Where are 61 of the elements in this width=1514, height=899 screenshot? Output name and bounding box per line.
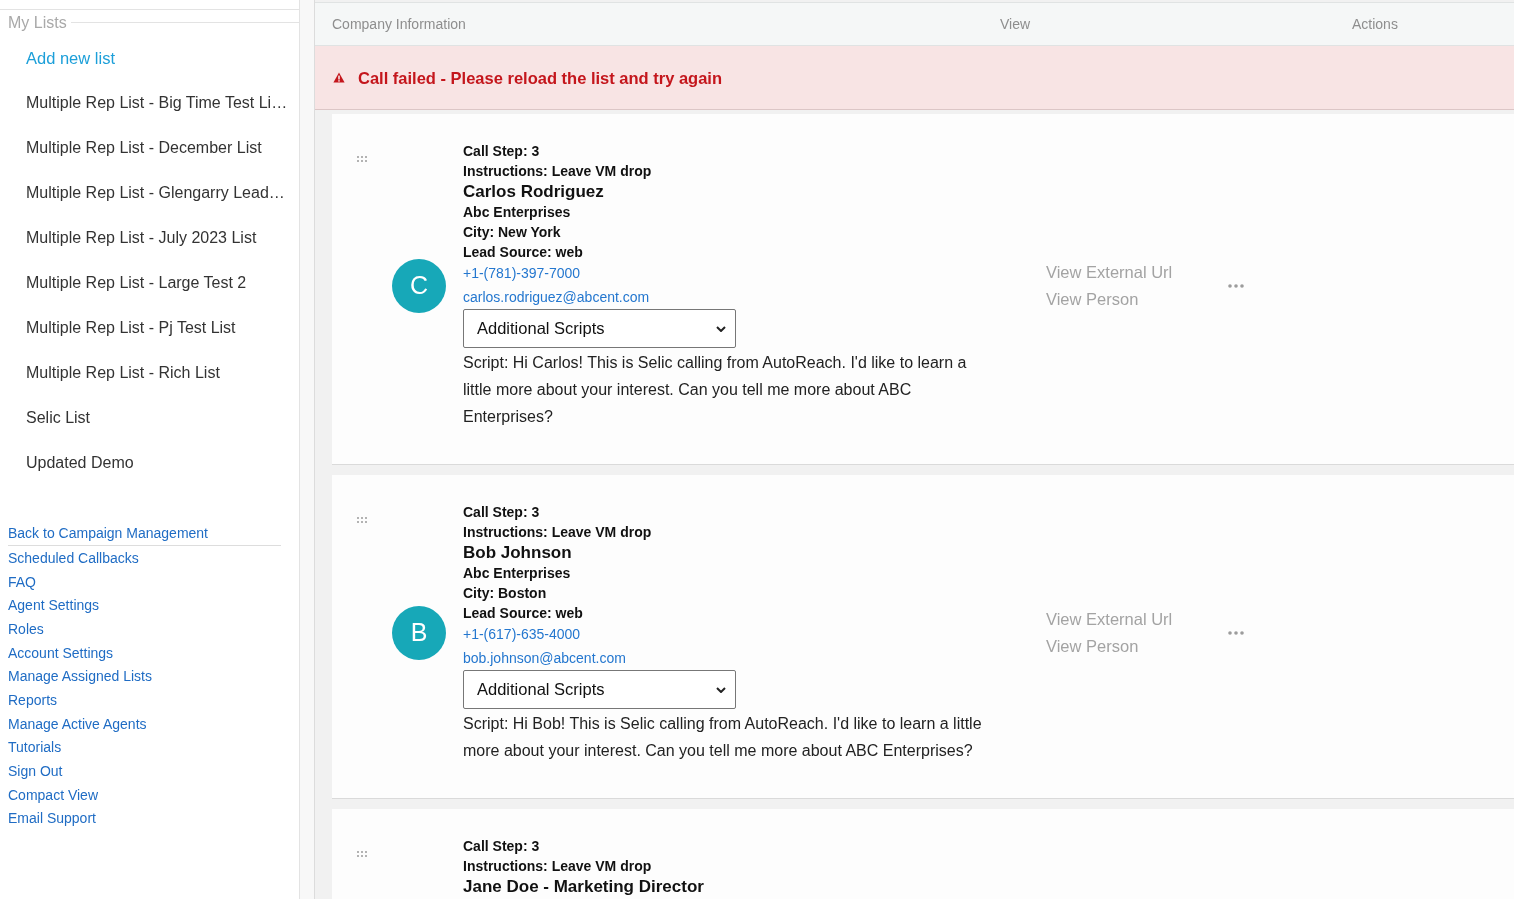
list-item[interactable]: Multiple Rep List - December List — [26, 137, 262, 158]
city-text: City: Boston — [463, 584, 547, 603]
column-header: Actions — [1352, 16, 1398, 32]
email-link[interactable]: bob.johnson@abcent.com — [463, 648, 626, 668]
lead-source-text: Lead Source: web — [463, 243, 583, 262]
nav-link[interactable]: Sign Out — [8, 762, 63, 781]
call-step-label: Call Step: 3 — [463, 142, 540, 161]
email-link[interactable]: carlos.rodriguez@abcent.com — [463, 287, 650, 307]
call-step-label: Call Step: 3 — [463, 503, 540, 522]
instructions-text: Instructions: Leave VM drop — [463, 857, 652, 876]
phone-link[interactable]: +1-(617)-635-4000 — [463, 624, 581, 644]
nav-link[interactable]: Compact View — [8, 785, 98, 804]
list-item[interactable]: Updated Demo — [26, 452, 134, 473]
drag-handle-icon[interactable] — [357, 517, 367, 523]
instructions-text: Instructions: Leave VM drop — [463, 523, 652, 542]
nav-link[interactable]: FAQ — [8, 572, 36, 591]
list-item[interactable]: Multiple Rep List - Pj Test List — [26, 317, 236, 338]
nav-link[interactable]: Tutorials — [8, 738, 62, 757]
phone-link[interactable]: +1-(781)-397-7000 — [463, 263, 581, 283]
nav-link[interactable]: Manage Active Agents — [8, 714, 147, 733]
city-text: City: New York — [463, 223, 561, 242]
nav-link[interactable]: Reports — [8, 690, 58, 709]
list-item[interactable]: Multiple Rep List - Large Test 2 — [26, 272, 247, 293]
contact-name: Jane Doe - Marketing Director — [463, 876, 704, 897]
company-name: Abc Enterprises — [463, 203, 571, 222]
error-message: Call failed - Please reload the list and try again — [358, 67, 723, 89]
script-dropdown[interactable]: Additional Scripts — [463, 309, 736, 348]
list-item[interactable]: Selic List — [26, 407, 91, 428]
list-item[interactable]: Multiple Rep List - July 2023 List — [26, 227, 257, 248]
nav-link[interactable]: Account Settings — [8, 643, 114, 662]
instructions-text: Instructions: Leave VM drop — [463, 162, 652, 181]
avatar: B — [392, 606, 446, 660]
list-item[interactable]: Multiple Rep List - Big Time Test Li… — [26, 92, 288, 113]
list-item[interactable]: Multiple Rep List - Glengarry Lead… — [26, 182, 285, 203]
nav-link[interactable]: Manage Assigned Lists — [8, 667, 152, 686]
avatar: C — [392, 258, 446, 313]
warning-icon — [333, 72, 345, 83]
company-name: Abc Enterprises — [463, 564, 571, 583]
call-step-label: Call Step: 3 — [463, 837, 540, 856]
nav-link[interactable]: Back to Campaign Management — [8, 524, 208, 542]
contact-name: Bob Johnson — [463, 542, 572, 563]
column-header: Company Information — [332, 16, 466, 32]
nav-link[interactable]: Scheduled Callbacks — [8, 548, 139, 567]
drag-handle-icon[interactable] — [357, 156, 367, 162]
add-list-link[interactable]: Add new list — [26, 47, 115, 68]
nav-link[interactable]: Agent Settings — [8, 596, 100, 615]
contact-name: Carlos Rodriguez — [463, 181, 604, 202]
chevron-down-icon — [716, 686, 726, 693]
nav-link[interactable]: Email Support — [8, 809, 96, 828]
nav-link[interactable]: Roles — [8, 619, 44, 638]
chevron-down-icon — [716, 325, 726, 332]
more-icon[interactable] — [1228, 631, 1244, 635]
lead-source-text: Lead Source: web — [463, 604, 583, 623]
script-dropdown[interactable]: Additional Scripts — [463, 670, 736, 709]
more-icon[interactable] — [1228, 283, 1244, 288]
drag-handle-icon[interactable] — [357, 851, 367, 857]
script-text: Script: Hi Bob! This is Selic calling from AutoReach. I'd like to learn a little more about your interest. Can you tell me more about ABC Enterprises? — [463, 714, 983, 761]
list-item[interactable]: Multiple Rep List - Rich List — [26, 362, 220, 383]
script-text: Script: Hi Carlos! This is Selic calling from AutoReach. I'd like to learn a little more about your interest. Can you tell me more about ABC Enterprises? — [463, 353, 968, 427]
column-header: View — [1000, 16, 1031, 32]
section-title: My Lists — [7, 12, 67, 33]
